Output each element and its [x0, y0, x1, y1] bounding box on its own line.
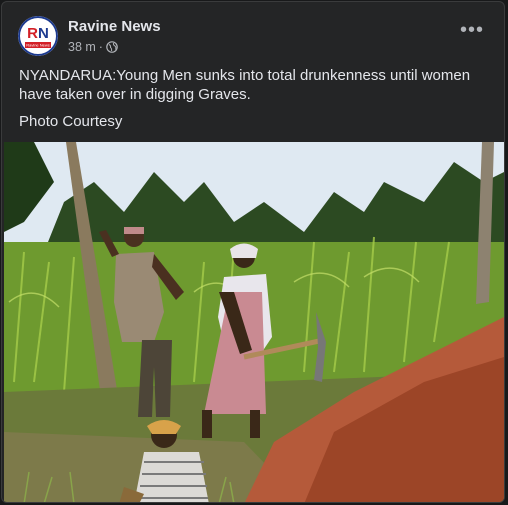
post-text-line2: Photo Courtesy [19, 113, 123, 130]
post-meta: 38 m · [68, 40, 118, 54]
avatar-logo-n: N [38, 25, 49, 42]
post-card: RN Ravine News Ravine News 38 m · ••• NY… [1, 1, 505, 503]
avatar-small-text: Ravine News [26, 43, 50, 48]
post-text-line1: NYANDARUA:Young Men sunks into total dru… [19, 67, 471, 103]
post-photo-image [4, 142, 504, 502]
post-timestamp[interactable]: 38 m [68, 40, 96, 54]
ravine-news-logo-icon: RN Ravine News [18, 16, 58, 56]
post-photo[interactable] [4, 142, 504, 502]
more-options-icon[interactable]: ••• [458, 20, 486, 46]
post-header: RN Ravine News Ravine News 38 m · ••• [18, 16, 492, 60]
author-name[interactable]: Ravine News [68, 18, 161, 35]
avatar-logo-text: RN [27, 25, 49, 42]
avatar-logo-r: R [27, 25, 38, 42]
meta-separator: · [98, 40, 103, 54]
globe-icon [106, 41, 118, 53]
page-avatar[interactable]: RN Ravine News [18, 16, 58, 56]
post-text: NYANDARUA:Young Men sunks into total dru… [19, 66, 489, 139]
